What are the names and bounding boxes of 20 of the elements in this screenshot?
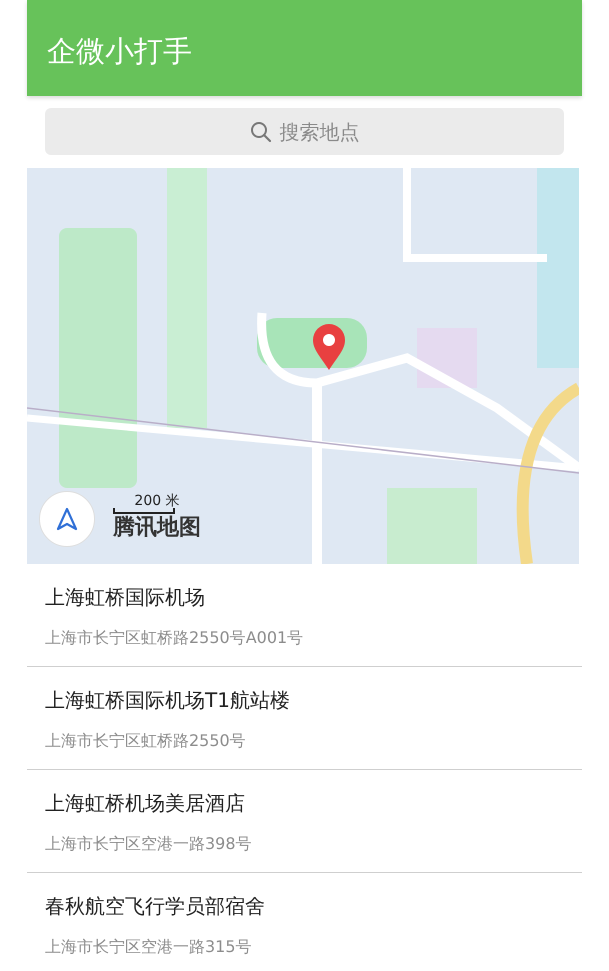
place-item[interactable]: 春秋航空飞行学员部宿舍 上海市长宁区空港一路315号 bbox=[27, 873, 582, 971]
place-address: 上海市长宁区虹桥路2550号 bbox=[45, 730, 247, 752]
search-icon bbox=[250, 120, 272, 142]
place-name: 春秋航空飞行学员部宿舍 bbox=[45, 893, 266, 920]
place-address: 上海市长宁区虹桥路2550号A001号 bbox=[45, 627, 304, 649]
place-name: 上海虹桥国际机场T1航站楼 bbox=[45, 687, 291, 714]
place-item[interactable]: 上海虹桥国际机场 上海市长宁区虹桥路2550号A001号 bbox=[27, 564, 582, 667]
map-scale-label: 200 米 bbox=[133, 494, 181, 508]
navigation-arrow-icon bbox=[56, 507, 78, 531]
scale-bar bbox=[113, 508, 175, 514]
place-name: 上海虹桥机场美居酒店 bbox=[45, 790, 246, 817]
place-address: 上海市长宁区空港一路398号 bbox=[45, 833, 253, 855]
place-address: 上海市长宁区空港一路315号 bbox=[45, 936, 253, 958]
place-name: 上海虹桥国际机场 bbox=[45, 584, 206, 611]
place-item[interactable]: 上海虹桥机场美居酒店 上海市长宁区空港一路398号 bbox=[27, 770, 582, 873]
search-placeholder: 搜索地点 bbox=[280, 118, 360, 146]
location-pin-icon bbox=[311, 323, 347, 371]
app-title: 企微小打手 bbox=[47, 33, 193, 69]
map-attribution: 腾讯地图 bbox=[113, 517, 201, 539]
place-item[interactable]: 上海虹桥国际机场T1航站楼 上海市长宁区虹桥路2550号 bbox=[27, 667, 582, 770]
